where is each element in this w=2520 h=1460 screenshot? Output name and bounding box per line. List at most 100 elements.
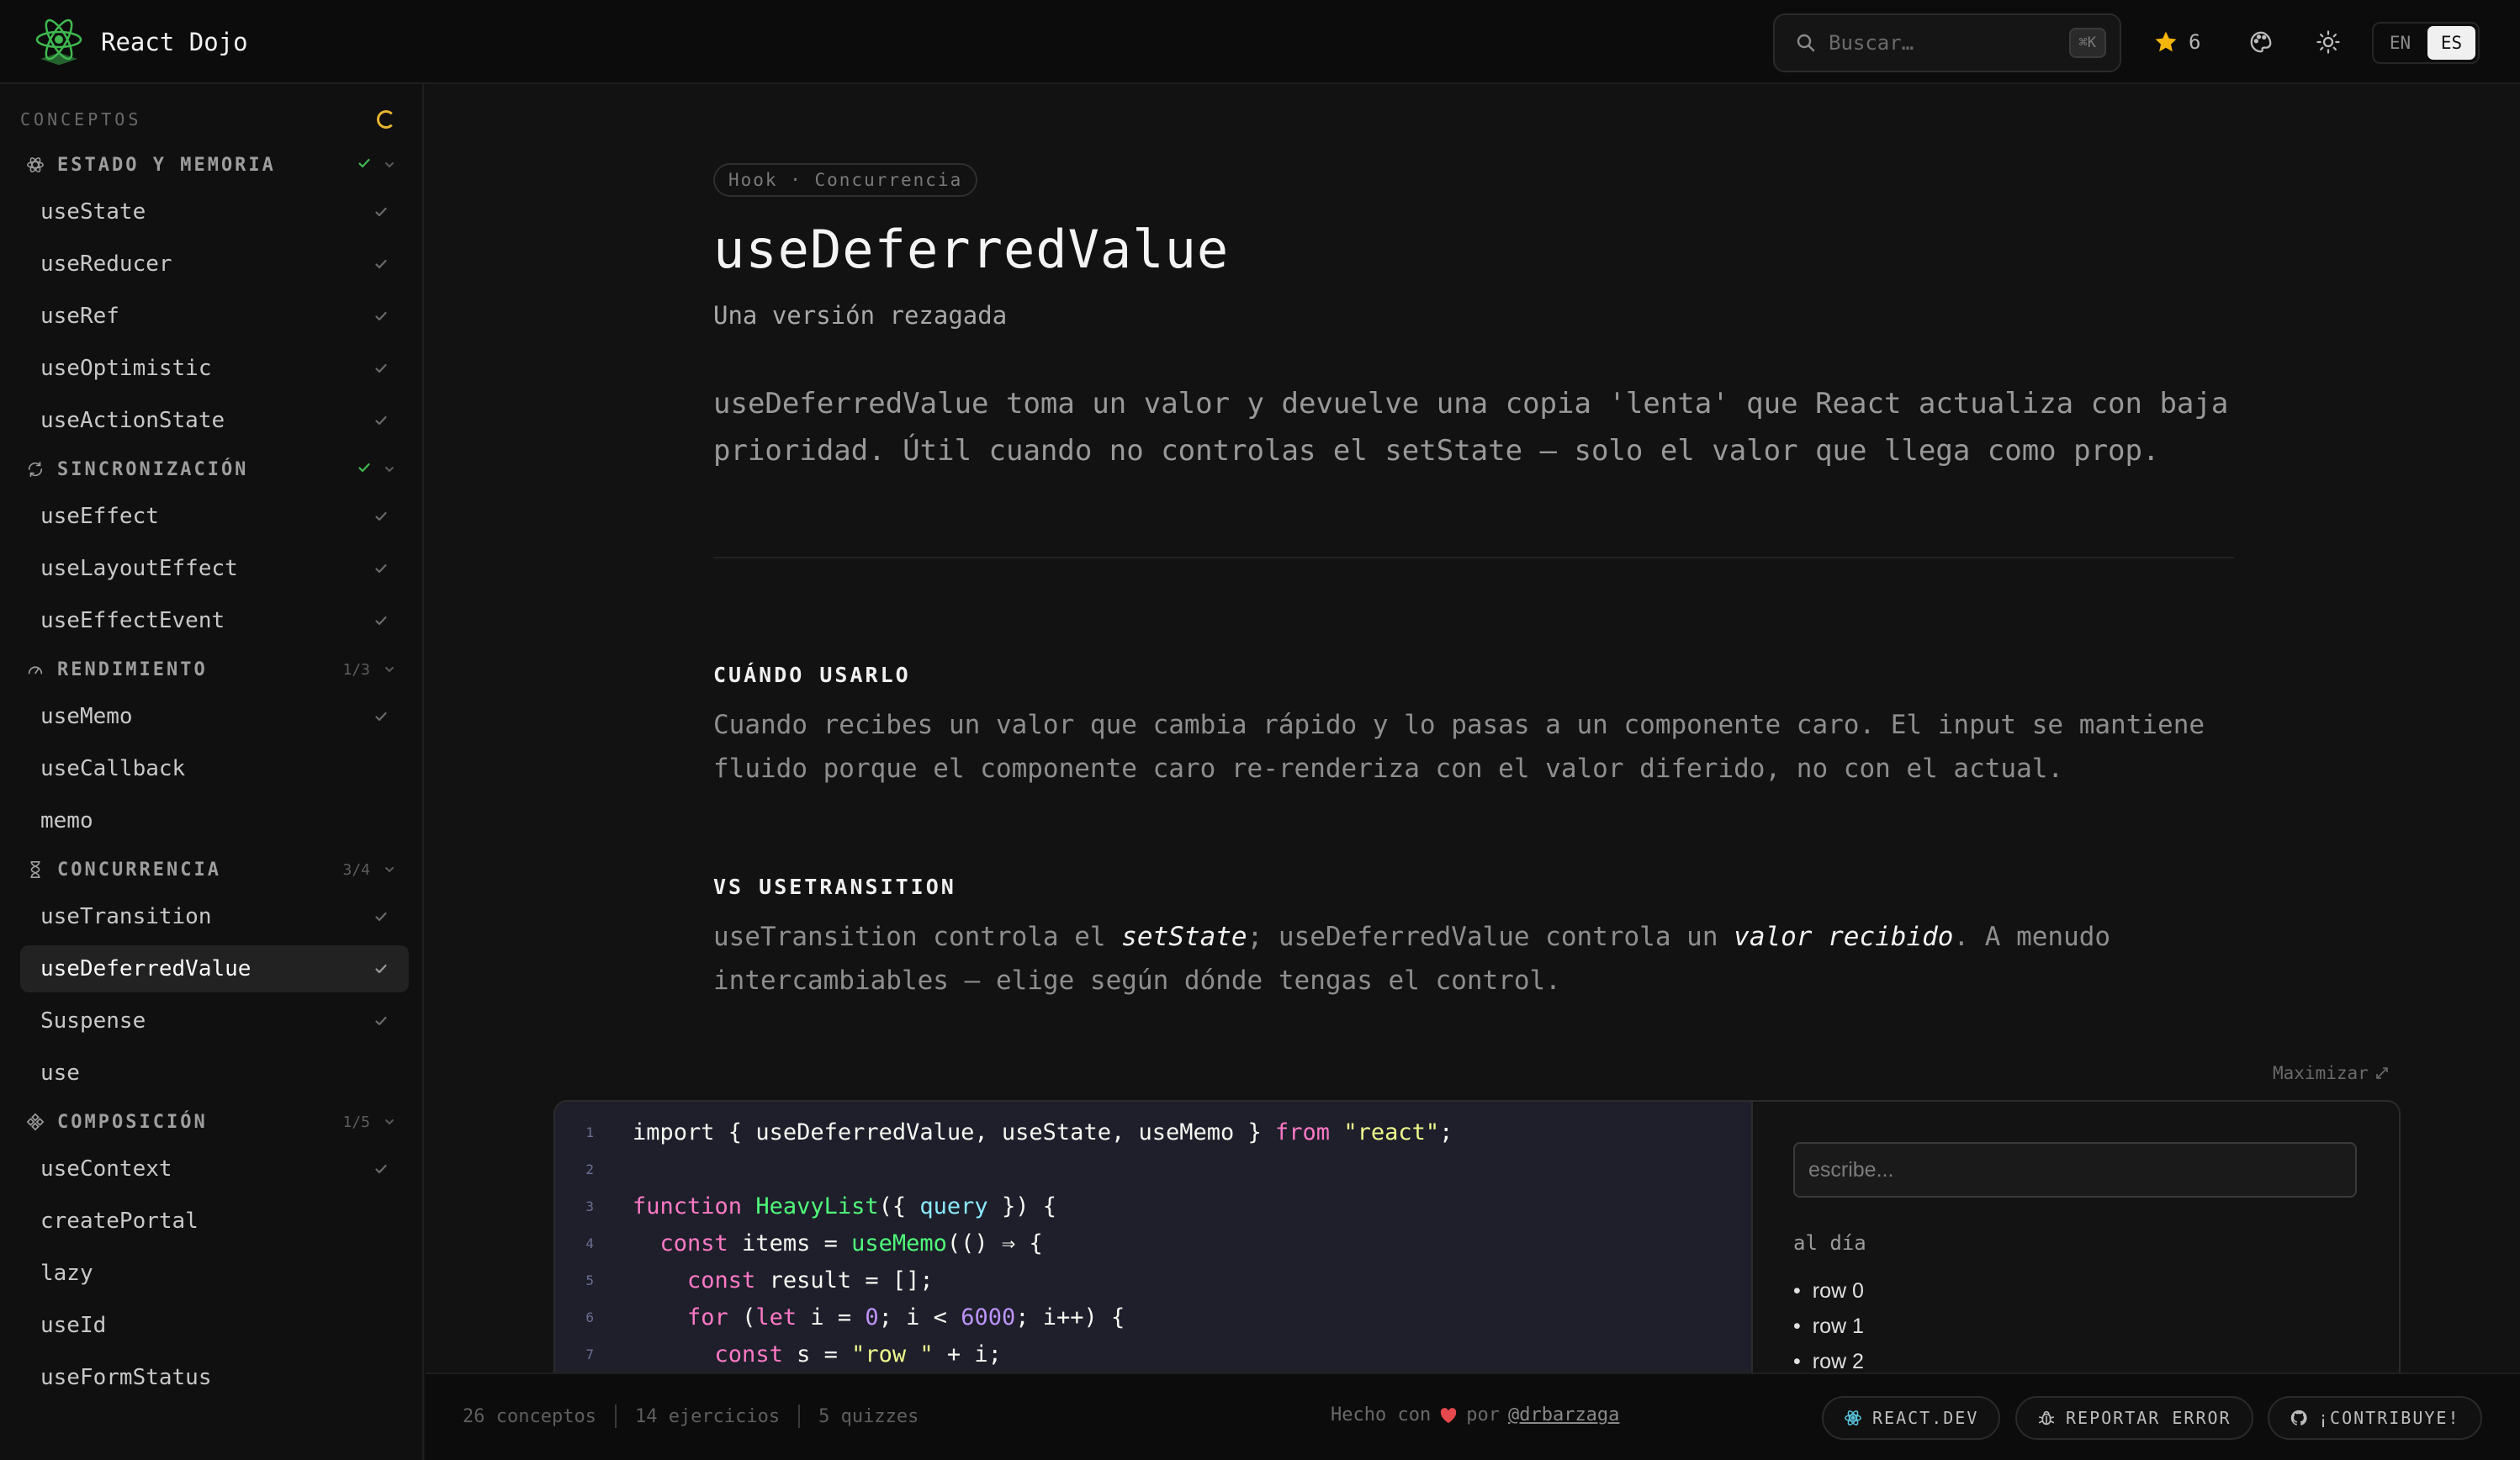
sidebar-item-label: useTransition [40, 904, 212, 929]
sidebar-item[interactable]: lazy [20, 1250, 409, 1297]
star-icon [2155, 31, 2177, 52]
github-stars-button[interactable]: 6 [2153, 24, 2200, 61]
palette-icon [2250, 31, 2272, 53]
sidebar-item-label: useState [40, 199, 146, 225]
lang-es-button[interactable]: ES [2427, 26, 2475, 60]
made-with: Hecho con por @drbarzaga [1331, 1404, 1619, 1426]
check-icon [358, 158, 370, 168]
quizzes-count: 5 quizzes [818, 1405, 919, 1427]
check-icon [375, 363, 387, 373]
sidebar-group-4[interactable]: COMPOSICIÓN 1/5 [25, 1103, 395, 1140]
sidebar-item-label: useOptimistic [40, 356, 212, 381]
check-icon [375, 511, 387, 521]
react-dev-button[interactable]: REACT.DEV [1822, 1396, 2001, 1440]
live-preview: escribe... al día row 0 row 1 row 2 [1753, 1102, 2399, 1378]
report-bug-label: REPORTAR ERROR [2066, 1408, 2231, 1428]
report-bug-button[interactable]: REPORTAR ERROR [2015, 1396, 2253, 1440]
sidebar-item-label: useReducer [40, 251, 172, 277]
check-icon [375, 415, 387, 426]
search-icon [1797, 34, 1815, 52]
page-subtitle: Una versión rezagada [713, 301, 1008, 330]
sidebar-item[interactable]: useCallback [20, 745, 409, 792]
sidebar-item[interactable]: Suspense [20, 997, 409, 1045]
check-icon [375, 711, 387, 722]
contribute-button[interactable]: ¡CONTRIBUYE! [2268, 1396, 2482, 1440]
sidebar-item[interactable]: useRef [20, 293, 409, 340]
sidebar-item[interactable]: useActionState [20, 397, 409, 444]
list-item: row 1 [1793, 1309, 1864, 1344]
sidebar-item-label: useId [40, 1313, 107, 1338]
sidebar-group-1[interactable]: SINCRONIZACIÓN [25, 451, 395, 488]
emphasis-setstate: setState [1121, 922, 1247, 952]
atom-icon [25, 155, 45, 175]
sidebar-item[interactable]: useDeferredValue [20, 945, 409, 992]
sidebar: CONCEPTOS ESTADO Y MEMORIA useState useRed… [0, 84, 424, 1460]
sidebar-item-label: lazy [40, 1261, 93, 1286]
stars-count: 6 [2189, 30, 2201, 54]
author-link[interactable]: @drbarzaga [1508, 1404, 1619, 1426]
top-bar: React Dojo Buscar… ⌘K 6 EN ES [0, 0, 2520, 84]
line-number: 4 [585, 1235, 594, 1251]
theme-palette-button[interactable] [2242, 24, 2279, 61]
sidebar-item[interactable]: useEffect [20, 493, 409, 540]
check-icon [375, 563, 387, 574]
line-number: 1 [585, 1124, 594, 1140]
code-line: 4 const items = useMemo(() ⇒ { [555, 1225, 1753, 1262]
code-line: 2 [555, 1151, 1753, 1188]
exercises-count: 14 ejercicios [634, 1405, 781, 1427]
group-progress: 1/5 [342, 1113, 370, 1131]
bug-icon [2038, 1410, 2055, 1426]
sidebar-item[interactable]: useEffectEvent [20, 597, 409, 644]
sidebar-item-label: use [40, 1061, 80, 1086]
divider [798, 1404, 801, 1428]
sidebar-item[interactable]: useLayoutEffect [20, 545, 409, 592]
sidebar-item[interactable]: useOptimistic [20, 345, 409, 392]
code-line: 7 const s = "row " + i; [555, 1336, 1753, 1373]
check-icon [375, 912, 387, 922]
code-editor[interactable]: 1 import { useDeferredValue, useState, us… [555, 1102, 1753, 1378]
sidebar-item[interactable]: useId [20, 1302, 409, 1349]
sidebar-item-label: memo [40, 808, 93, 833]
sidebar-item-label: useRef [40, 304, 119, 329]
sidebar-item[interactable]: useReducer [20, 241, 409, 288]
when-paragraph: Cuando recibes un valor que cambia rápid… [713, 710, 2205, 784]
playground-panel: 1 import { useDeferredValue, useState, us… [553, 1100, 2401, 1378]
code-line: 1 import { useDeferredValue, useState, us… [555, 1114, 1753, 1151]
sidebar-item[interactable]: useTransition [20, 893, 409, 940]
sidebar-item[interactable]: use [20, 1050, 409, 1097]
check-icon [375, 207, 387, 217]
group-progress: 1/3 [342, 660, 370, 679]
search-box[interactable]: Buscar… ⌘K [1773, 13, 2121, 72]
check-icon [375, 964, 387, 974]
hourglass-icon [25, 860, 45, 880]
footer-stats: 26 conceptos 14 ejercicios 5 quizzes [463, 1404, 919, 1428]
sidebar-group-3[interactable]: CONCURRENCIA 3/4 [25, 851, 395, 888]
emphasis-valor-recibido: valor recibido [1734, 922, 1954, 952]
sidebar-item-label: useCallback [40, 756, 186, 781]
chevron-down-icon [385, 667, 394, 673]
sidebar-group-2[interactable]: RENDIMIENTO 1/3 [25, 651, 395, 688]
sidebar-item-label: useLayoutEffect [40, 556, 238, 581]
maximize-button[interactable]: Maximizar [2273, 1063, 2389, 1083]
sidebar-item[interactable]: memo [20, 797, 409, 844]
divider [614, 1404, 617, 1428]
sidebar-group-0[interactable]: ESTADO Y MEMORIA [25, 146, 395, 183]
search-shortcut: ⌘K [2068, 28, 2106, 58]
line-number: 3 [585, 1198, 594, 1214]
sidebar-item[interactable]: useState [20, 188, 409, 235]
line-number: 2 [585, 1161, 594, 1177]
sidebar-item[interactable]: useMemo [20, 693, 409, 740]
group-complete-indicator [357, 156, 372, 174]
sidebar-item[interactable]: useFormStatus [20, 1354, 409, 1401]
light-mode-button[interactable] [2310, 24, 2347, 61]
maximize-label: Maximizar [2273, 1063, 2369, 1083]
sidebar-group-label: CONCURRENCIA [57, 859, 221, 881]
preview-input[interactable]: escribe... [1793, 1142, 2357, 1198]
code-text: const s = "row " + i; [714, 1341, 1002, 1367]
brand-link[interactable]: React Dojo [32, 17, 248, 67]
sidebar-item[interactable]: useContext [20, 1145, 409, 1193]
search-placeholder: Buscar… [1829, 31, 1914, 55]
lang-en-button[interactable]: EN [2376, 26, 2424, 60]
sidebar-item[interactable]: createPortal [20, 1198, 409, 1245]
sidebar-item-label: useContext [40, 1156, 172, 1182]
